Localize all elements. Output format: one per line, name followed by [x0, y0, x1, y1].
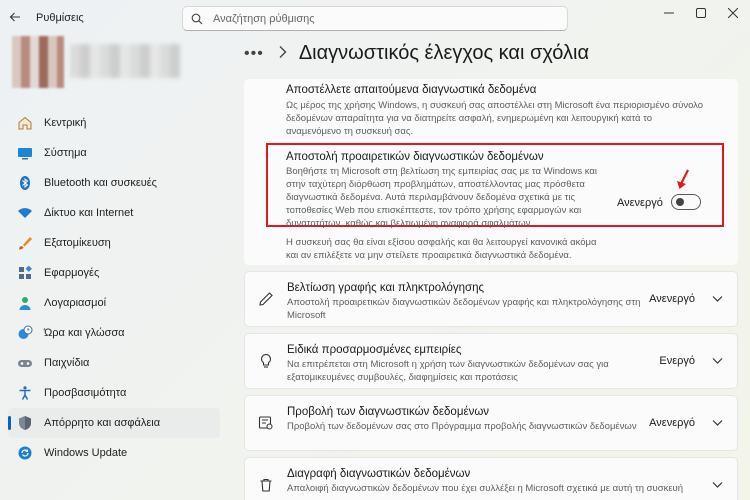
- sidebar-item-apps[interactable]: Εφαρμογές: [8, 258, 220, 288]
- row-status: Ενεργό: [659, 355, 695, 367]
- footnote-line: και αν επιλέξετε να μην στείλετε προαιρε…: [286, 250, 572, 261]
- row-description: Προβολή των δεδομένων σας στο Πρόγραμμα …: [287, 421, 637, 432]
- row-description: Αποστολή προαιρετικών διαγνωστικών δεδομ…: [287, 297, 641, 321]
- trash-icon: [257, 476, 275, 494]
- pen-icon: [257, 290, 275, 308]
- breadcrumb-overflow-button[interactable]: •••: [244, 45, 264, 63]
- description-line: Βοηθήστε τη Microsoft στη βελτίωση της ε…: [286, 166, 598, 177]
- bluetooth-icon: [16, 174, 34, 192]
- sidebar-item-label: Εξατομίκευση: [44, 237, 111, 249]
- sidebar-item-label: Απόρρητο και ασφάλεια: [44, 417, 161, 429]
- minimize-icon: [664, 12, 674, 14]
- clock-globe-icon: [16, 324, 34, 342]
- shield-icon: [16, 414, 34, 432]
- back-button[interactable]: [6, 8, 24, 26]
- sidebar-item-windows-update[interactable]: Windows Update: [8, 438, 220, 468]
- sidebar-item-label: Λογαριασμοί: [44, 297, 107, 309]
- person-icon: [16, 294, 34, 312]
- row-status: Ανενεργό: [649, 293, 695, 305]
- profile-info-redacted: [70, 44, 180, 78]
- breadcrumb: ••• Διαγνωστικός έλεγχος και σχόλια: [244, 42, 589, 65]
- close-icon: [728, 8, 738, 18]
- maximize-icon: [696, 8, 706, 18]
- page-title: Διαγνωστικός έλεγχος και σχόλια: [298, 42, 590, 64]
- update-icon: [16, 444, 34, 462]
- optional-data-description: Βοηθήστε τη Microsoft στη βελτίωση της ε…: [286, 165, 597, 230]
- sidebar-item-personalization[interactable]: Εξατομίκευση: [8, 228, 220, 258]
- required-data-title: Αποστέλλετε απαιτούμενα διαγνωστικά δεδο…: [286, 84, 537, 96]
- sidebar-item-home[interactable]: Κεντρική: [8, 108, 220, 138]
- chevron-right-icon: [278, 43, 287, 64]
- brush-icon: [16, 234, 34, 252]
- row-title: Ειδικά προσαρμοσμένες εμπειρίες: [287, 344, 462, 356]
- optional-data-footnote: Η συσκευή σας θα είναι εξίσου ασφαλής κα…: [286, 236, 596, 262]
- sidebar-item-label: Προσβασιμότητα: [44, 387, 127, 399]
- row-description: Να επιτρέπεται στη Microsoft η χρήση των…: [287, 359, 609, 383]
- monitor-icon: [16, 144, 34, 162]
- chevron-down-icon[interactable]: [712, 418, 723, 430]
- sidebar-item-privacy-security[interactable]: Απόρρητο και ασφάλεια: [8, 408, 220, 438]
- optional-data-toggle-label: Ανενεργό: [617, 197, 663, 209]
- data-viewer-icon: [257, 414, 275, 432]
- chevron-down-icon[interactable]: [712, 356, 723, 368]
- description-line: δεδομένων απαραίτητα για να διατηρείτε α…: [286, 113, 653, 124]
- search-input[interactable]: [213, 12, 543, 25]
- required-data-description: Ως μέρος της χρήσης Windows, η συσκευή σ…: [286, 99, 703, 138]
- sidebar-item-system[interactable]: Σύστημα: [8, 138, 220, 168]
- setting-row-inking-typing[interactable]: Βελτίωση γραφής και πληκτρολόγησης Αποστ…: [244, 271, 738, 327]
- sidebar-item-gaming[interactable]: Παιχνίδια: [8, 348, 220, 378]
- description-line: αναμενόμενο τη συσκευή σας.: [286, 126, 414, 137]
- optional-data-toggle[interactable]: [671, 194, 701, 210]
- description-line: διαγνωστικά δεδομένα. Αυτά περιλαμβάνουν…: [286, 192, 576, 203]
- description-line: δυνατοτήτων, καθώς και βελτιωμένη αναφορ…: [286, 218, 533, 229]
- setting-row-view-diagnostic-data[interactable]: Προβολή των διαγνωστικών δεδομένων Προβο…: [244, 395, 738, 451]
- row-title: Βελτίωση γραφής και πληκτρολόγησης: [287, 282, 485, 294]
- maximize-button[interactable]: [684, 0, 718, 26]
- sidebar-item-label: Σύστημα: [44, 147, 87, 159]
- apps-icon: [16, 264, 34, 282]
- avatar[interactable]: [12, 36, 64, 88]
- sidebar-item-network[interactable]: Δίκτυο και Internet: [8, 198, 220, 228]
- accessibility-icon: [16, 384, 34, 402]
- back-arrow-icon: [9, 12, 20, 22]
- sidebar-item-label: Παιχνίδια: [44, 357, 90, 369]
- sidebar-item-label: Windows Update: [44, 447, 128, 459]
- description-line: Ως μέρος της χρήσης Windows, η συσκευή σ…: [286, 100, 704, 111]
- description-line: τοποθεσίες Web που επισκέπτεστε, τον τρό…: [286, 205, 582, 216]
- chevron-down-icon[interactable]: [712, 480, 723, 492]
- sidebar-item-label: Bluetooth και συσκευές: [44, 177, 157, 189]
- toggle-knob: [676, 198, 684, 206]
- sidebar-item-label: Ώρα και γλώσσα: [44, 327, 125, 339]
- search-box[interactable]: [182, 6, 568, 31]
- close-button[interactable]: [716, 0, 750, 26]
- row-description: Απαλοιφή διαγνωστικών δεδομένων που έχει…: [287, 483, 684, 494]
- chevron-down-icon[interactable]: [712, 294, 723, 306]
- lightbulb-icon: [257, 352, 275, 370]
- search-icon: [191, 13, 203, 24]
- sidebar-nav: Κεντρική Σύστημα Bluetooth και συσκευές …: [8, 108, 220, 468]
- title-bar: Ρυθμίσεις: [0, 0, 750, 36]
- minimize-button[interactable]: [652, 0, 686, 26]
- sidebar-item-accounts[interactable]: Λογαριασμοί: [8, 288, 220, 318]
- red-arrow-icon: [677, 169, 689, 189]
- setting-row-delete-diagnostic-data[interactable]: Διαγραφή διαγνωστικών δεδομένων Απαλοιφή…: [244, 457, 738, 500]
- app-title: Ρυθμίσεις: [36, 12, 84, 24]
- sidebar-item-bluetooth[interactable]: Bluetooth και συσκευές: [8, 168, 220, 198]
- gamepad-icon: [16, 354, 34, 372]
- sidebar-item-label: Κεντρική: [44, 117, 87, 129]
- sidebar-item-time-language[interactable]: Ώρα και γλώσσα: [8, 318, 220, 348]
- wifi-icon: [16, 204, 34, 222]
- setting-row-tailored-experiences[interactable]: Ειδικά προσαρμοσμένες εμπειρίες Να επιτρ…: [244, 333, 738, 389]
- sidebar-item-label: Δίκτυο και Internet: [44, 207, 134, 219]
- optional-data-title: Αποστολή προαιρετικών διαγνωστικών δεδομ…: [286, 151, 544, 163]
- sidebar-item-accessibility[interactable]: Προσβασιμότητα: [8, 378, 220, 408]
- home-icon: [16, 114, 34, 132]
- sidebar-item-label: Εφαρμογές: [44, 267, 100, 279]
- footnote-line: Η συσκευή σας θα είναι εξίσου ασφαλής κα…: [286, 237, 597, 248]
- row-status: Ανενεργό: [649, 417, 695, 429]
- row-title: Διαγραφή διαγνωστικών δεδομένων: [287, 468, 471, 480]
- row-title: Προβολή των διαγνωστικών δεδομένων: [287, 406, 490, 418]
- description-line: στην ταχύτερη διόρθωση προβλημάτων, αποσ…: [286, 179, 585, 190]
